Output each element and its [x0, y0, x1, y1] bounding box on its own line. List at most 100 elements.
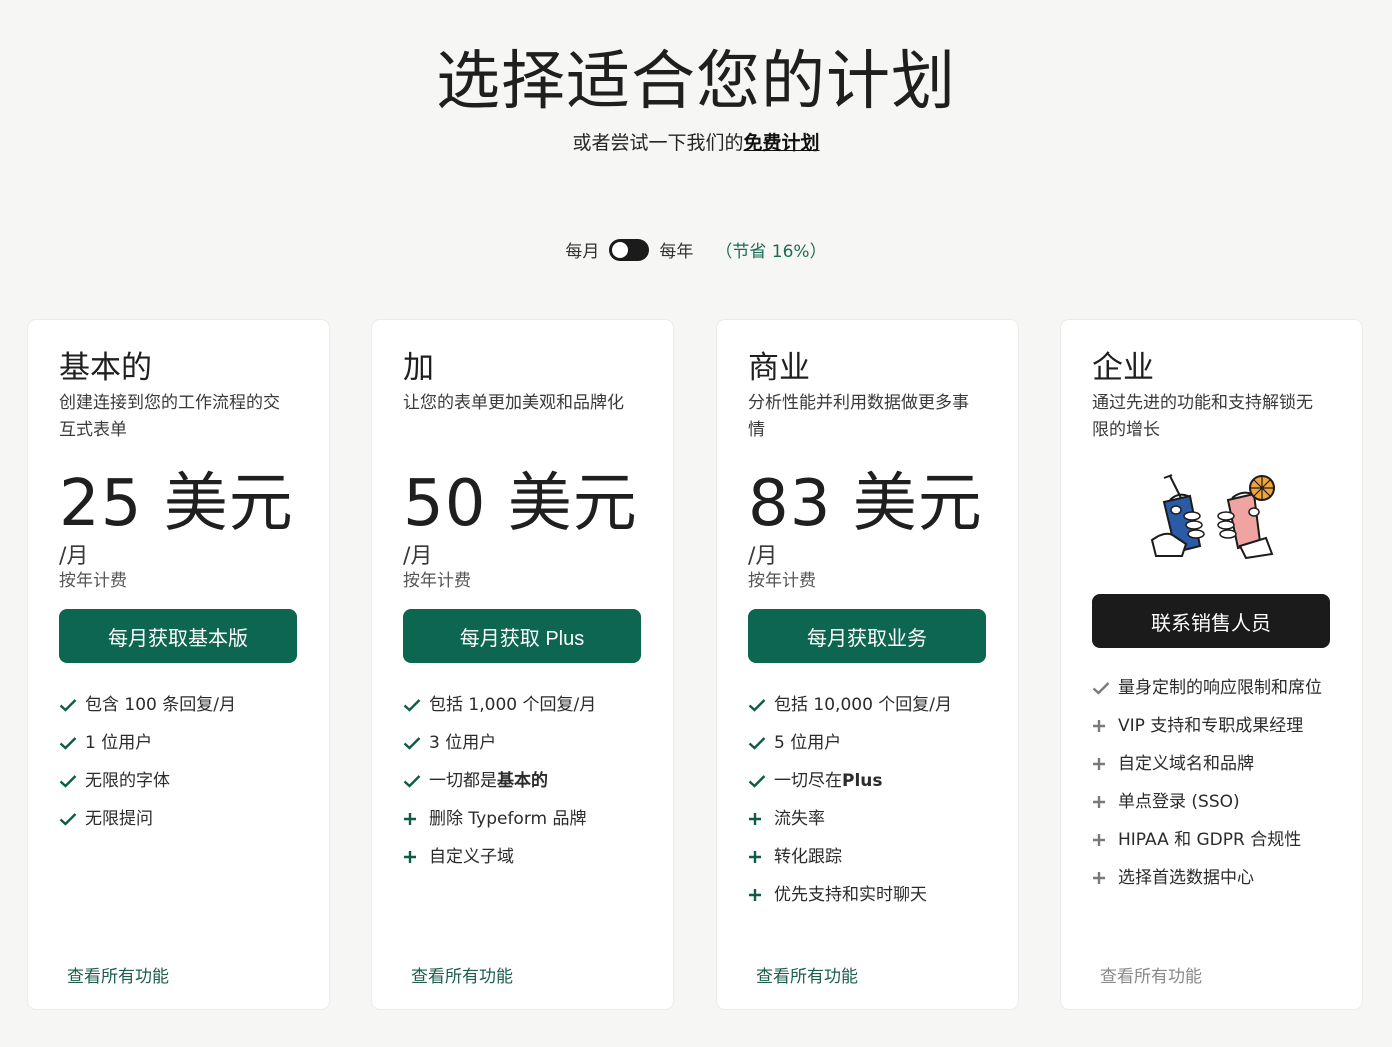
feature-text: 优先支持和实时聊天 [774, 885, 927, 905]
feature-text: 量身定制的响应限制和席位 [1118, 678, 1322, 698]
view-all-features-link[interactable]: 查看所有功能 [411, 962, 513, 987]
feature-text: 包括 10,000 个回复/月 [774, 695, 953, 715]
plan-name: 企业 [1092, 350, 1154, 386]
feature-item: 选择首选数据中心 [1092, 864, 1331, 892]
page-title: 选择适合您的计划 [436, 45, 956, 119]
plan-name: 加 [403, 350, 434, 386]
feature-item: 一切尽在 Plus [748, 767, 987, 795]
plan-price: 83 美元 [748, 467, 983, 541]
monthly-label[interactable]: 每月 [565, 237, 599, 262]
plan-price: 25 美元 [59, 467, 294, 541]
check-icon [403, 729, 429, 757]
plan-description: 通过先进的功能和支持解锁无限的增长 [1092, 393, 1313, 440]
feature-text: 包括 1,000 个回复/月 [429, 695, 597, 715]
page-subtitle: 或者尝试一下我们的免费计划 [0, 128, 1392, 155]
feature-text-bold: Plus [842, 771, 883, 791]
check-icon [403, 691, 429, 719]
feature-item: 一切都是 基本的 [403, 767, 642, 795]
plan-card-plus: 加 让您的表单更加美观和品牌化 50 美元 /月 按年计费 每月获取 Plus … [372, 320, 673, 1009]
feature-text-bold: 基本的 [497, 771, 548, 791]
feature-list: 包括 10,000 个回复/月 5 位用户 一切尽在 Plus 流失率 转化跟踪 … [748, 691, 987, 909]
feature-item: 包括 10,000 个回复/月 [748, 691, 987, 719]
yearly-label[interactable]: 每年 [659, 237, 693, 262]
check-icon [59, 767, 85, 795]
feature-text: HIPAA 和 GDPR 合规性 [1118, 830, 1302, 850]
feature-text: 一切尽在 [774, 771, 842, 791]
plan-card-business: 商业 分析性能并利用数据做更多事情 83 美元 /月 按年计费 每月获取业务 包… [717, 320, 1018, 1009]
feature-item: 删除 Typeform 品牌 [403, 805, 642, 833]
feature-item: 1 位用户 [59, 729, 298, 757]
feature-item: 单点登录 (SSO) [1092, 788, 1331, 816]
check-icon [1092, 674, 1118, 702]
feature-item: 转化跟踪 [748, 843, 987, 871]
feature-item: 包括 1,000 个回复/月 [403, 691, 642, 719]
feature-item: 3 位用户 [403, 729, 642, 757]
check-icon [59, 729, 85, 757]
plus-icon [1092, 864, 1118, 892]
plus-icon [1092, 788, 1118, 816]
billing-toggle-group: 每月 每年 （节省 16%） [0, 237, 1392, 262]
check-icon [748, 691, 774, 719]
contact-sales-button[interactable]: 联系销售人员 [1092, 594, 1330, 648]
plus-icon [1092, 712, 1118, 740]
plan-billing-note: 按年计费 [403, 571, 471, 591]
feature-item: 包含 100 条回复/月 [59, 691, 298, 719]
plus-icon [748, 881, 774, 909]
plan-card-enterprise: 企业 通过先进的功能和支持解锁无限的增长 联系销售人员 量身定制的响应限制和席位… [1061, 320, 1362, 1009]
feature-item: 自定义域名和品牌 [1092, 750, 1331, 778]
feature-text: 自定义域名和品牌 [1118, 754, 1254, 774]
plus-icon [748, 805, 774, 833]
feature-text: 3 位用户 [429, 733, 497, 753]
cheers-drinks-illustration [1092, 470, 1331, 570]
get-business-button[interactable]: 每月获取业务 [748, 609, 986, 663]
check-icon [748, 767, 774, 795]
feature-text: 删除 Typeform 品牌 [429, 809, 587, 829]
feature-text: 单点登录 (SSO) [1118, 792, 1240, 812]
plus-icon [403, 843, 429, 871]
feature-item: 无限的字体 [59, 767, 298, 795]
plan-name: 基本的 [59, 350, 152, 386]
plan-price: 50 美元 [403, 467, 638, 541]
feature-text: 无限的字体 [85, 771, 170, 791]
feature-text: 转化跟踪 [774, 847, 842, 867]
view-all-features-link[interactable]: 查看所有功能 [756, 962, 858, 987]
feature-text: 包含 100 条回复/月 [85, 695, 236, 715]
feature-text: 一切都是 [429, 771, 497, 791]
get-plus-button[interactable]: 每月获取 Plus [403, 609, 641, 663]
feature-item: 5 位用户 [748, 729, 987, 757]
feature-text: 自定义子域 [429, 847, 514, 867]
plan-billing-note: 按年计费 [59, 571, 127, 591]
plus-icon [748, 843, 774, 871]
feature-text: VIP 支持和专职成果经理 [1118, 716, 1304, 736]
plan-card-basic: 基本的 创建连接到您的工作流程的交互式表单 25 美元 /月 按年计费 每月获取… [28, 320, 329, 1009]
free-plan-link[interactable]: 免费计划 [744, 132, 820, 154]
view-all-features-link[interactable]: 查看所有功能 [67, 962, 169, 987]
savings-badge: （节省 16%） [715, 242, 827, 262]
plus-icon [403, 805, 429, 833]
feature-item: 优先支持和实时聊天 [748, 881, 987, 909]
feature-list: 包括 1,000 个回复/月 3 位用户 一切都是 基本的 删除 Typeform… [403, 691, 642, 871]
plan-period: /月 [403, 544, 433, 569]
feature-item: 无限提问 [59, 805, 298, 833]
check-icon [59, 691, 85, 719]
check-icon [748, 729, 774, 757]
plan-description: 创建连接到您的工作流程的交互式表单 [59, 393, 280, 440]
feature-list: 包含 100 条回复/月 1 位用户 无限的字体 无限提问 [59, 691, 298, 833]
plan-period: /月 [59, 544, 89, 569]
plan-billing-note: 按年计费 [748, 571, 816, 591]
check-icon [403, 767, 429, 795]
get-basic-button[interactable]: 每月获取基本版 [59, 609, 297, 663]
view-all-features-link[interactable]: 查看所有功能 [1100, 962, 1202, 987]
feature-item: 自定义子域 [403, 843, 642, 871]
billing-toggle[interactable] [609, 238, 650, 261]
feature-item: 量身定制的响应限制和席位 [1092, 674, 1331, 702]
feature-text: 无限提问 [85, 809, 153, 829]
feature-item: VIP 支持和专职成果经理 [1092, 712, 1331, 740]
feature-text: 流失率 [774, 809, 825, 829]
feature-item: 流失率 [748, 805, 987, 833]
feature-text: 1 位用户 [85, 733, 153, 753]
toggle-knob [612, 241, 629, 258]
feature-item: HIPAA 和 GDPR 合规性 [1092, 826, 1331, 854]
plan-description: 让您的表单更加美观和品牌化 [403, 393, 624, 413]
subtitle-text: 或者尝试一下我们的 [572, 132, 744, 154]
